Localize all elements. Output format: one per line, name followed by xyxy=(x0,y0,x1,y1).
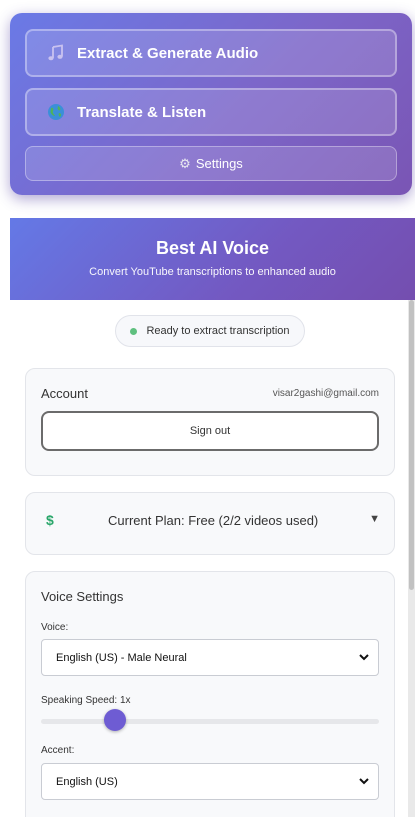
expand-arrow-icon[interactable]: ▼ xyxy=(369,513,380,525)
scrollbar-thumb[interactable] xyxy=(409,300,414,590)
speed-slider-thumb[interactable] xyxy=(104,709,127,731)
account-email: visar2gashi@gmail.com xyxy=(272,388,379,399)
panel-header: Best AI Voice Convert YouTube transcript… xyxy=(10,218,415,300)
account-label: Account xyxy=(41,386,88,401)
settings-label: Settings xyxy=(195,156,243,171)
music-note-icon xyxy=(45,42,67,64)
settings-button[interactable]: ⚙ Settings xyxy=(25,146,397,181)
extension-panel: Best AI Voice Convert YouTube transcript… xyxy=(10,218,415,817)
chevron-down-icon xyxy=(359,778,369,785)
quick-actions-widget: Extract & Generate Audio Translate & Lis… xyxy=(10,13,412,195)
status-badge: Ready to extract transcription xyxy=(115,315,305,347)
plan-card[interactable]: $ Current Plan: Free (2/2 videos used) ▼ xyxy=(25,492,395,555)
accent-label: Accent: xyxy=(41,745,75,756)
status-text: Ready to extract transcription xyxy=(146,325,290,337)
accent-select[interactable]: English (US) xyxy=(41,763,379,800)
chevron-down-icon xyxy=(359,654,369,661)
accent-select-value: English (US) xyxy=(56,775,118,788)
sign-out-button[interactable]: Sign out xyxy=(41,411,379,451)
voice-select-value: English (US) - Male Neural xyxy=(56,651,187,664)
voice-settings-card: Voice Settings Voice: English (US) - Mal… xyxy=(25,571,395,817)
dollar-icon: $ xyxy=(46,512,54,528)
extract-generate-audio-label: Extract & Generate Audio xyxy=(77,44,259,62)
extract-generate-audio-button[interactable]: Extract & Generate Audio xyxy=(25,29,397,77)
voice-select[interactable]: English (US) - Male Neural xyxy=(41,639,379,676)
speed-slider-track[interactable] xyxy=(41,719,379,724)
account-card: Account visar2gashi@gmail.com Sign out xyxy=(25,368,395,476)
speaking-speed-label: Speaking Speed: 1x xyxy=(41,695,131,706)
globe-icon xyxy=(45,101,67,123)
translate-listen-button[interactable]: Translate & Listen xyxy=(25,88,397,136)
scrollbar[interactable] xyxy=(408,300,415,817)
app-subtitle: Convert YouTube transcriptions to enhanc… xyxy=(89,266,336,278)
gear-icon: ⚙ xyxy=(179,155,191,171)
status-dot-icon xyxy=(130,327,138,335)
translate-listen-label: Translate & Listen xyxy=(77,103,207,121)
voice-label: Voice: xyxy=(41,622,69,633)
voice-settings-title: Voice Settings xyxy=(41,589,124,604)
plan-text: Current Plan: Free (2/2 videos used) xyxy=(108,513,319,528)
app-title: Best AI Voice xyxy=(155,238,270,258)
sign-out-label: Sign out xyxy=(189,425,231,437)
